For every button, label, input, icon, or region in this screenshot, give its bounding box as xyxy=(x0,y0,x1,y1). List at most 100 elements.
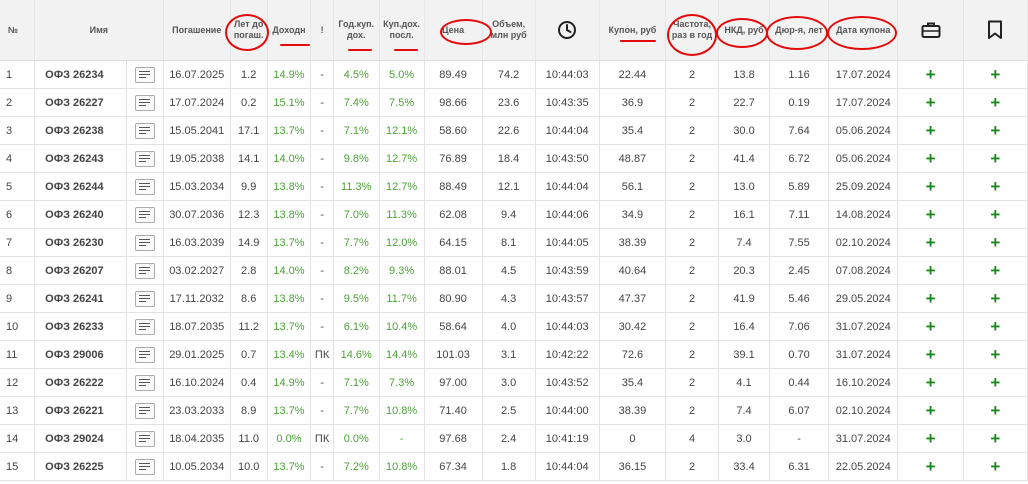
document-lines-icon[interactable] xyxy=(134,346,155,363)
plus-icon[interactable]: + xyxy=(926,401,936,420)
plus-icon[interactable]: + xyxy=(990,345,1000,364)
add-to-favorites-button[interactable]: + xyxy=(963,312,1028,341)
add-to-favorites-button[interactable]: + xyxy=(963,368,1028,397)
bond-name[interactable]: ОФЗ 26225 xyxy=(34,452,127,481)
add-to-portfolio-button[interactable]: + xyxy=(897,116,964,145)
row-details-button[interactable] xyxy=(126,256,164,285)
add-to-favorites-button[interactable]: + xyxy=(963,116,1028,145)
document-lines-icon[interactable] xyxy=(134,374,155,391)
plus-icon[interactable]: + xyxy=(990,149,1000,168)
table-row[interactable]: 12 ОФЗ 26222 16.10.2024 0.4 14.9% -7.1% 7.3% 97… xyxy=(0,368,1028,397)
row-details-button[interactable] xyxy=(126,228,164,257)
add-to-favorites-button[interactable]: + xyxy=(963,284,1028,313)
document-lines-icon[interactable] xyxy=(134,262,155,279)
plus-icon[interactable]: + xyxy=(990,401,1000,420)
plus-icon[interactable]: + xyxy=(926,261,936,280)
plus-icon[interactable]: + xyxy=(990,289,1000,308)
row-details-button[interactable] xyxy=(126,144,164,173)
plus-icon[interactable]: + xyxy=(990,429,1000,448)
col-header-yield[interactable]: Доходн xyxy=(267,0,312,61)
add-to-portfolio-button[interactable]: + xyxy=(897,200,964,229)
plus-icon[interactable]: + xyxy=(990,93,1000,112)
col-header-coupon[interactable]: Купон, руб xyxy=(599,0,667,61)
plus-icon[interactable]: + xyxy=(990,121,1000,140)
plus-icon[interactable]: + xyxy=(990,457,1000,476)
document-lines-icon[interactable] xyxy=(134,318,155,335)
document-lines-icon[interactable] xyxy=(134,430,155,447)
plus-icon[interactable]: + xyxy=(990,261,1000,280)
add-to-favorites-button[interactable]: + xyxy=(963,228,1028,257)
add-to-portfolio-button[interactable]: + xyxy=(897,172,964,201)
bond-name[interactable]: ОФЗ 26233 xyxy=(34,312,127,341)
table-row[interactable]: 9 ОФЗ 26241 17.11.2032 8.6 13.8% -9.5% 11.7% 80… xyxy=(0,284,1028,313)
add-to-favorites-button[interactable]: + xyxy=(963,340,1028,369)
document-lines-icon[interactable] xyxy=(134,206,155,223)
add-to-favorites-button[interactable]: + xyxy=(963,88,1028,117)
bond-name[interactable]: ОФЗ 26244 xyxy=(34,172,127,201)
col-header-coupon-date[interactable]: Дата купона xyxy=(828,0,899,61)
row-details-button[interactable] xyxy=(126,200,164,229)
bond-name[interactable]: ОФЗ 26207 xyxy=(34,256,127,285)
row-details-button[interactable] xyxy=(126,116,164,145)
document-lines-icon[interactable] xyxy=(134,234,155,251)
row-details-button[interactable] xyxy=(126,312,164,341)
plus-icon[interactable]: + xyxy=(926,373,936,392)
bond-name[interactable]: ОФЗ 26230 xyxy=(34,228,127,257)
plus-icon[interactable]: + xyxy=(926,429,936,448)
col-header-nkd[interactable]: НКД, руб xyxy=(718,0,770,61)
add-to-favorites-button[interactable]: + xyxy=(963,144,1028,173)
document-lines-icon[interactable] xyxy=(134,150,155,167)
plus-icon[interactable]: + xyxy=(926,65,936,84)
bond-name[interactable]: ОФЗ 26234 xyxy=(34,60,127,89)
table-row[interactable]: 5 ОФЗ 26244 15.03.2034 9.9 13.8% -11.3% 12.7% 8… xyxy=(0,172,1028,201)
add-to-favorites-button[interactable]: + xyxy=(963,172,1028,201)
col-header-frequency[interactable]: Частота, раз в год xyxy=(665,0,720,61)
table-row[interactable]: 15 ОФЗ 26225 10.05.2034 10.0 13.7% -7.2% 10.8%… xyxy=(0,452,1028,481)
plus-icon[interactable]: + xyxy=(990,373,1000,392)
bond-name[interactable]: ОФЗ 26243 xyxy=(34,144,127,173)
col-header-num[interactable]: № xyxy=(0,0,36,61)
row-details-button[interactable] xyxy=(126,60,164,89)
plus-icon[interactable]: + xyxy=(926,317,936,336)
add-to-portfolio-button[interactable]: + xyxy=(897,312,964,341)
row-details-button[interactable] xyxy=(126,424,164,453)
add-to-portfolio-button[interactable]: + xyxy=(897,256,964,285)
add-to-favorites-button[interactable]: + xyxy=(963,60,1028,89)
table-row[interactable]: 3 ОФЗ 26238 15.05.2041 17.1 13.7% -7.1% 12.1% 5… xyxy=(0,116,1028,145)
col-header-price[interactable]: Цена xyxy=(424,0,483,61)
col-header-annual-coupon[interactable]: Год.куп. дох. xyxy=(333,0,380,61)
bond-name[interactable]: ОФЗ 26238 xyxy=(34,116,127,145)
plus-icon[interactable]: + xyxy=(926,93,936,112)
col-header-portfolio[interactable] xyxy=(897,0,964,61)
col-header-years[interactable]: Лет до погаш. xyxy=(230,0,268,61)
row-details-button[interactable] xyxy=(126,396,164,425)
col-header-duration[interactable]: Дюр-я, лет xyxy=(769,0,830,61)
table-row[interactable]: 11 ОФЗ 29006 29.01.2025 0.7 13.4% ПК 14.6% 14.4… xyxy=(0,340,1028,369)
plus-icon[interactable]: + xyxy=(990,65,1000,84)
table-row[interactable]: 7 ОФЗ 26230 16.03.2039 14.9 13.7% -7.7% 12.0% 6… xyxy=(0,228,1028,257)
plus-icon[interactable]: + xyxy=(926,177,936,196)
bond-name[interactable]: ОФЗ 29006 xyxy=(34,340,127,369)
add-to-portfolio-button[interactable]: + xyxy=(897,228,964,257)
add-to-favorites-button[interactable]: + xyxy=(963,424,1028,453)
col-header-maturity[interactable]: Погашение xyxy=(163,0,231,61)
add-to-portfolio-button[interactable]: + xyxy=(897,340,964,369)
bond-name[interactable]: ОФЗ 26222 xyxy=(34,368,127,397)
col-header-favorites[interactable] xyxy=(963,0,1028,61)
row-details-button[interactable] xyxy=(126,368,164,397)
plus-icon[interactable]: + xyxy=(990,317,1000,336)
plus-icon[interactable]: + xyxy=(990,233,1000,252)
document-lines-icon[interactable] xyxy=(134,458,155,475)
add-to-favorites-button[interactable]: + xyxy=(963,256,1028,285)
table-row[interactable]: 14 ОФЗ 29024 18.04.2035 11.0 0.0% ПК 0.0% -97.6… xyxy=(0,424,1028,453)
document-lines-icon[interactable] xyxy=(134,402,155,419)
col-header-warning[interactable]: ! xyxy=(310,0,334,61)
document-lines-icon[interactable] xyxy=(134,66,155,83)
table-row[interactable]: 6 ОФЗ 26240 30.07.2036 12.3 13.8% -7.0% 11.3% 6… xyxy=(0,200,1028,229)
add-to-portfolio-button[interactable]: + xyxy=(897,88,964,117)
add-to-portfolio-button[interactable]: + xyxy=(897,144,964,173)
add-to-portfolio-button[interactable]: + xyxy=(897,452,964,481)
add-to-portfolio-button[interactable]: + xyxy=(897,60,964,89)
col-header-volume[interactable]: Объем, млн руб xyxy=(482,0,536,61)
plus-icon[interactable]: + xyxy=(926,289,936,308)
